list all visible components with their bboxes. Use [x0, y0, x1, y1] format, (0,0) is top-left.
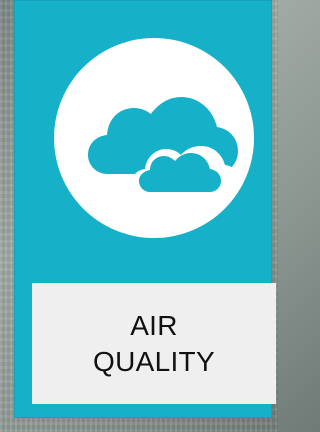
air-quality-tile[interactable]: AIR QUALITY [14, 0, 276, 418]
tile-title-line-1: AIR [130, 309, 178, 341]
tile-label-box: AIR QUALITY [32, 283, 276, 404]
cloud-icon [88, 97, 240, 198]
tile-title-line-2: QUALITY [93, 345, 215, 377]
icon-circle [54, 38, 254, 238]
tile-title: AIR QUALITY [93, 308, 215, 380]
